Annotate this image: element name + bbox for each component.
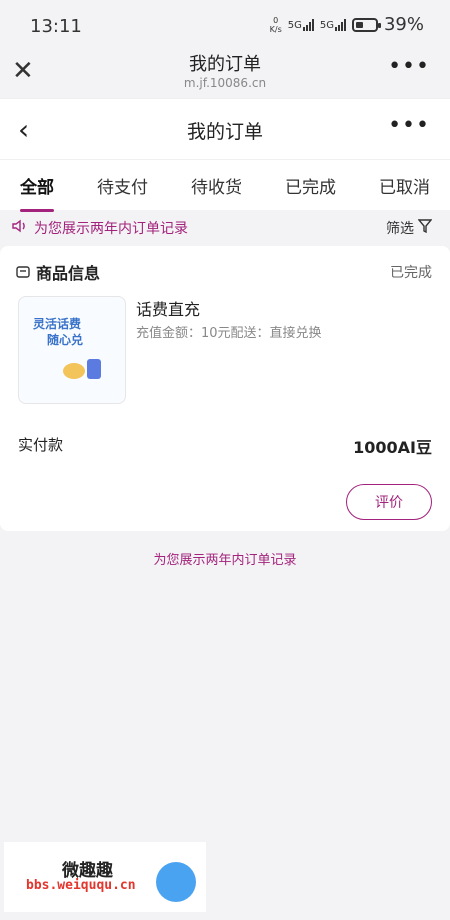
signal-1-label: 5G <box>287 19 302 31</box>
watermark-url: bbs.weiququ.cn <box>26 878 136 893</box>
watermark: 微趣趣 bbs.weiququ.cn <box>4 842 206 912</box>
watermark-logo-icon <box>156 862 196 902</box>
product-image-text-1: 灵活话费 <box>33 317 82 331</box>
signal-1-icon: 5G <box>287 18 314 31</box>
filter-icon <box>417 219 433 237</box>
more-icon[interactable]: ••• <box>388 113 430 138</box>
status-bar: 13:11 0 K/s 5G 5G 39% <box>0 0 450 56</box>
order-card[interactable]: 商品信息 已完成 灵活话费 随心兑 话费直充 充值金额：10元配送：直接兑换 实… <box>0 246 450 531</box>
rate-button[interactable]: 评价 <box>346 484 432 520</box>
coin-icon <box>63 363 85 379</box>
browser-url: m.jf.10086.cn <box>183 76 267 90</box>
app-header: ‹ 我的订单 ••• <box>0 98 450 159</box>
signal-2-icon: 5G <box>319 18 346 31</box>
browser-bar: ✕ 我的订单 m.jf.10086.cn ••• <box>0 54 450 98</box>
product-image[interactable]: 灵活话费 随心兑 <box>18 296 126 404</box>
tab-completed[interactable]: 已完成 <box>285 163 336 208</box>
notice-text: 为您展示两年内订单记录 <box>34 221 188 237</box>
status-badge: 已完成 <box>390 265 432 281</box>
net-speed-value: 0 <box>273 15 279 25</box>
phone-icon <box>87 359 101 379</box>
order-tabs: 全部 待支付 待收货 已完成 已取消 <box>0 159 450 212</box>
product-description: 充值金额：10元配送：直接兑换 <box>136 326 322 341</box>
product-name[interactable]: 话费直充 <box>136 296 200 320</box>
paid-label: 实付款 <box>18 436 64 454</box>
battery-percent: 39% <box>383 14 424 35</box>
page-title: 我的订单 <box>186 121 263 143</box>
net-speed: 0 K/s <box>270 16 282 34</box>
status-time: 13:11 <box>30 16 82 37</box>
paid-amount: 1000AI豆 <box>353 438 432 457</box>
speaker-icon <box>12 219 28 237</box>
tab-pending-receipt[interactable]: 待收货 <box>191 163 242 208</box>
payment-row: 实付款 1000AI豆 <box>18 434 432 458</box>
product-image-text-2: 随心兑 <box>47 333 84 347</box>
signal-2-label: 5G <box>319 19 334 31</box>
bag-icon <box>16 263 30 282</box>
status-icons: 0 K/s 5G 5G 39% <box>270 14 424 35</box>
section-header: 商品信息 <box>16 260 100 284</box>
battery-icon <box>351 17 381 32</box>
browser-title: 我的订单 <box>189 54 261 75</box>
tab-cancelled[interactable]: 已取消 <box>379 163 430 208</box>
footer-notice: 为您展示两年内订单记录 <box>153 553 297 568</box>
section-title: 商品信息 <box>36 264 101 283</box>
more-icon[interactable]: ••• <box>388 54 430 79</box>
tab-pending-payment[interactable]: 待支付 <box>97 163 148 208</box>
filter-button[interactable]: 筛选 <box>386 218 433 238</box>
notice-bar: 为您展示两年内订单记录 筛选 <box>0 210 450 246</box>
filter-label: 筛选 <box>386 221 414 237</box>
tab-all[interactable]: 全部 <box>20 163 54 212</box>
net-speed-unit: K/s <box>269 24 282 34</box>
notice-left: 为您展示两年内订单记录 <box>12 218 188 238</box>
